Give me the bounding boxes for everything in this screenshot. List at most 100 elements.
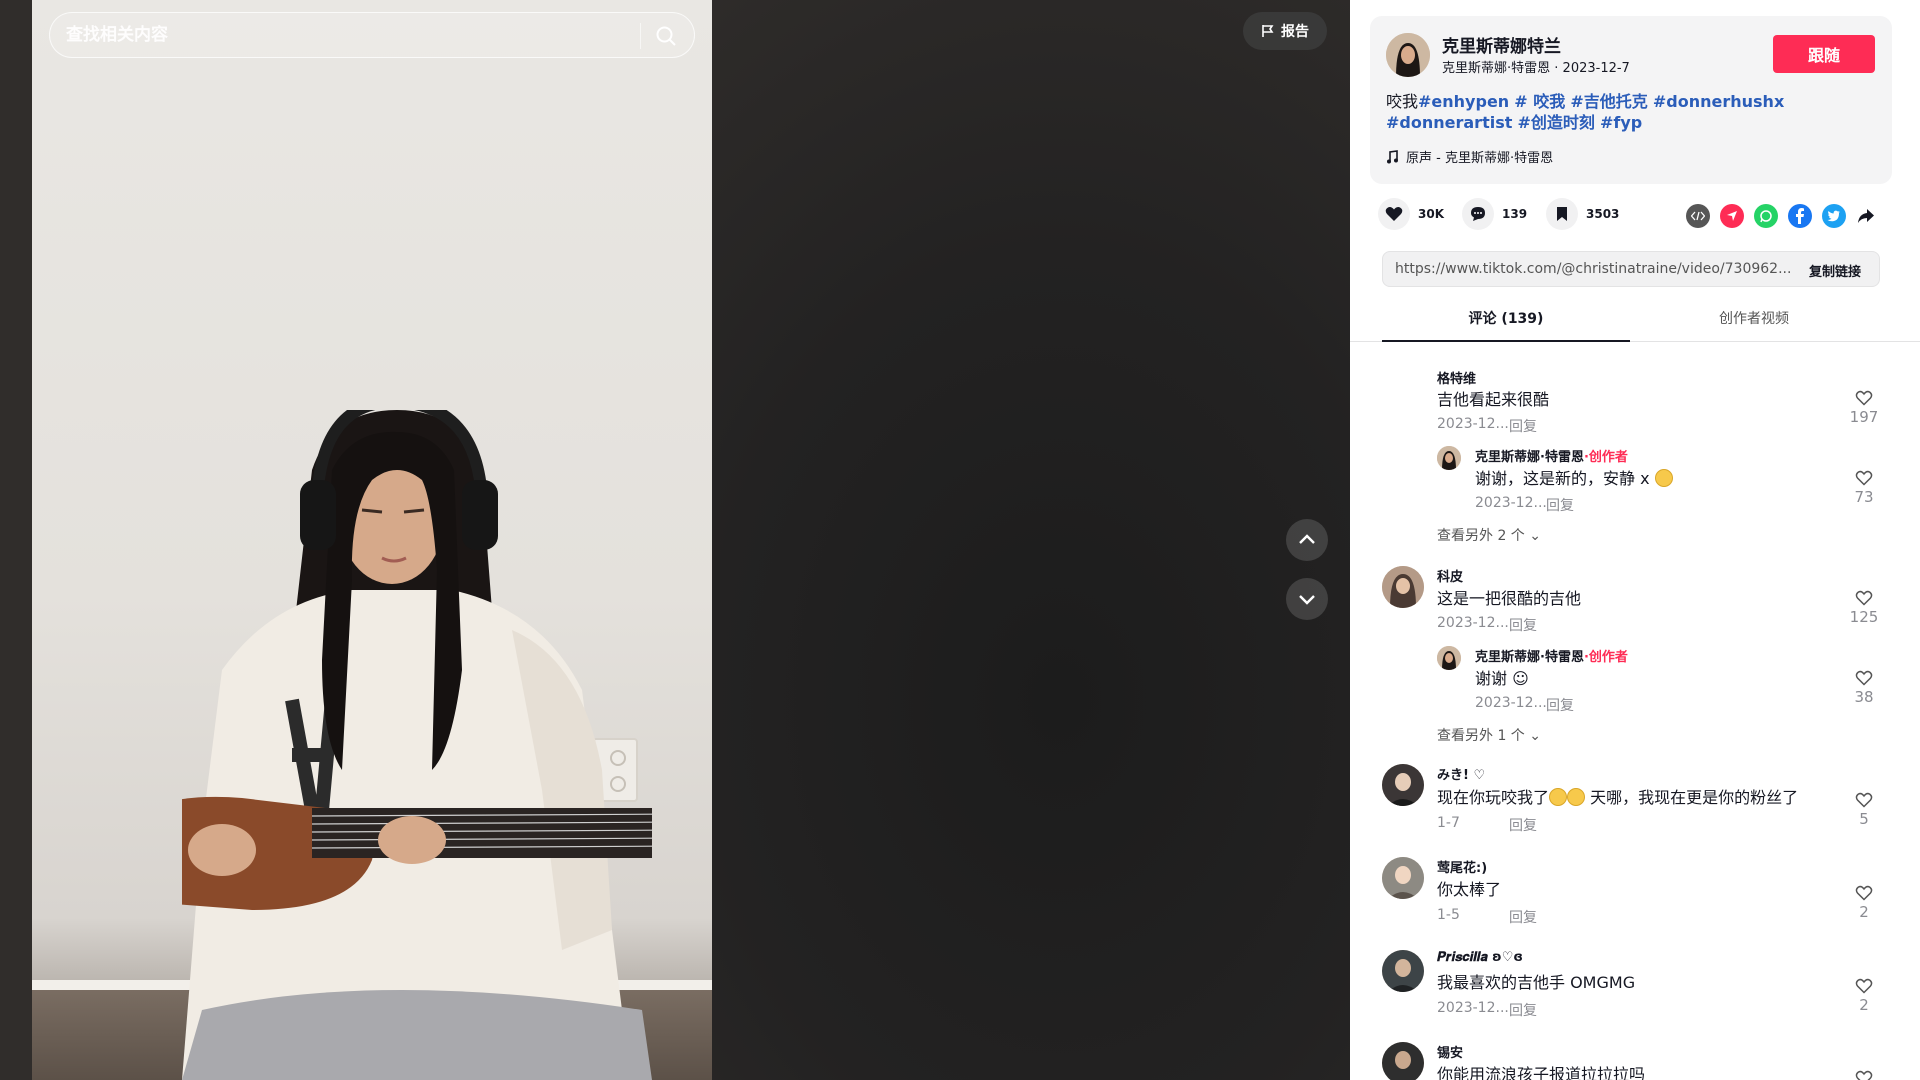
comment-text: 这是一把很酷的吉他 bbox=[1437, 589, 1582, 608]
smile-icon: ☺ bbox=[1512, 669, 1529, 688]
reply-like-button[interactable]: 38 bbox=[1844, 670, 1884, 706]
comment-like-button[interactable] bbox=[1844, 1070, 1884, 1080]
reply-button[interactable]: 回复 bbox=[1509, 416, 1537, 436]
music-info[interactable]: 原声 - 克里斯蒂娜·特雷恩 bbox=[1386, 147, 1553, 166]
comment-text: 你太棒了 bbox=[1437, 880, 1502, 899]
next-video-button[interactable] bbox=[1286, 578, 1328, 620]
hashtag-link[interactable]: #吉他托克 bbox=[1570, 92, 1647, 111]
hashtag-link[interactable]: #fyp bbox=[1600, 113, 1642, 132]
comment-like-button[interactable]: 5 bbox=[1844, 792, 1884, 828]
report-button[interactable]: 报告 bbox=[1243, 12, 1327, 50]
reply-button[interactable]: 回复 bbox=[1509, 907, 1537, 927]
reply-button[interactable]: 回复 bbox=[1509, 815, 1537, 835]
heart-outline-icon bbox=[1855, 670, 1873, 686]
details-panel: 克里斯蒂娜特兰 克里斯蒂娜·特雷恩 · 2023-12-7 跟随 咬我#enhy… bbox=[1350, 0, 1920, 1080]
previous-video-button[interactable] bbox=[1286, 519, 1328, 561]
view-more-replies[interactable]: 查看另外 1 个 ⌄ bbox=[1437, 725, 1541, 745]
comment-text: 吉他看起来很酷 bbox=[1437, 390, 1550, 409]
caption-text: 咬我 bbox=[1386, 92, 1419, 111]
description-card: 克里斯蒂娜特兰 克里斯蒂娜·特雷恩 · 2023-12-7 跟随 咬我#enhy… bbox=[1370, 16, 1892, 184]
comment-like-count: 2 bbox=[1859, 903, 1869, 921]
creator-badge: ·创作者 bbox=[1583, 650, 1628, 665]
view-more-replies[interactable]: 查看另外 2 个 ⌄ bbox=[1437, 525, 1541, 545]
crying-emoji-icon bbox=[1549, 788, 1568, 806]
embed-icon[interactable] bbox=[1686, 204, 1710, 228]
search-bar[interactable] bbox=[49, 12, 695, 58]
hashtag-link[interactable]: #创造时刻 bbox=[1517, 113, 1594, 132]
commenter-avatar[interactable] bbox=[1382, 566, 1424, 608]
whatsapp-icon[interactable] bbox=[1754, 204, 1778, 228]
facebook-icon[interactable] bbox=[1788, 204, 1812, 228]
hashtag-link[interactable]: #donnerartist bbox=[1386, 113, 1512, 132]
video-url[interactable]: https://www.tiktok.com/@christinatraine/… bbox=[1395, 261, 1795, 277]
active-tab-indicator bbox=[1382, 340, 1630, 342]
commenter-avatar[interactable] bbox=[1382, 857, 1424, 899]
save-action[interactable]: 3503 bbox=[1546, 198, 1619, 230]
comment-username[interactable]: 锡安 bbox=[1437, 1042, 1463, 1061]
send-icon[interactable] bbox=[1720, 204, 1744, 228]
chevron-down-icon: ⌄ bbox=[1529, 528, 1541, 544]
search-icon[interactable] bbox=[654, 24, 678, 48]
smile-emoji-icon bbox=[1654, 469, 1673, 487]
comment-username[interactable]: みき! ♡ bbox=[1437, 764, 1485, 783]
tab-creator-videos[interactable]: 创作者视频 bbox=[1630, 308, 1878, 328]
reply-button[interactable]: 回复 bbox=[1509, 1000, 1537, 1020]
hashtag-link[interactable]: # 咬我 bbox=[1514, 92, 1565, 111]
twitter-icon[interactable] bbox=[1822, 204, 1846, 228]
author-subline: 克里斯蒂娜·特雷恩 · 2023-12-7 bbox=[1442, 57, 1630, 76]
reply-avatar[interactable] bbox=[1437, 446, 1461, 470]
heart-outline-icon bbox=[1855, 590, 1873, 606]
reply-like-count: 73 bbox=[1854, 488, 1874, 506]
heart-outline-icon bbox=[1855, 390, 1873, 406]
comment-action[interactable]: 139 bbox=[1462, 198, 1527, 230]
reply-username[interactable]: 克里斯蒂娜·特雷恩·创作者 bbox=[1475, 446, 1628, 465]
heart-outline-icon bbox=[1855, 978, 1873, 994]
save-count: 3503 bbox=[1586, 207, 1620, 221]
reply-date: 2023-12... bbox=[1475, 495, 1547, 511]
reply-button[interactable]: 回复 bbox=[1509, 615, 1537, 635]
comment-username[interactable]: 𝑷𝒓𝒊𝒔𝒄𝒊𝒍𝒍𝒂 ʚ♡ɞ bbox=[1437, 950, 1523, 965]
comment-like-button[interactable]: 2 bbox=[1844, 885, 1884, 921]
chevron-down-icon: ⌄ bbox=[1529, 728, 1541, 744]
reply-like-button[interactable]: 73 bbox=[1844, 470, 1884, 506]
reply-username[interactable]: 克里斯蒂娜·特雷恩·创作者 bbox=[1475, 646, 1628, 665]
hashtag-link[interactable]: #enhypen bbox=[1418, 92, 1509, 111]
comment-date: 1-7 bbox=[1437, 815, 1460, 831]
comment-text: 你能用流浪孩子报道拉拉拉吗 bbox=[1437, 1065, 1646, 1080]
tab-comments[interactable]: 评论 (139) bbox=[1382, 308, 1630, 328]
chevron-up-icon bbox=[1299, 534, 1315, 544]
panel-tabs: 评论 (139) 创作者视频 bbox=[1350, 300, 1920, 342]
author-handle[interactable]: 克里斯蒂娜·特雷恩 bbox=[1442, 61, 1550, 76]
author-avatar[interactable] bbox=[1386, 33, 1430, 77]
reply-avatar[interactable] bbox=[1437, 646, 1461, 670]
comment-username[interactable]: 科皮 bbox=[1437, 566, 1463, 585]
comment-like-button[interactable]: 2 bbox=[1844, 978, 1884, 1014]
like-action[interactable]: 30K bbox=[1378, 198, 1444, 230]
video-player-area[interactable]: 报告 bbox=[0, 0, 1350, 1080]
commenter-avatar[interactable] bbox=[1382, 950, 1424, 992]
creator-badge: ·创作者 bbox=[1583, 450, 1628, 465]
reply-date: 2023-12... bbox=[1475, 695, 1547, 711]
reply-text: 谢谢，这是新的，安静 x bbox=[1475, 465, 1673, 489]
author-name[interactable]: 克里斯蒂娜特兰 bbox=[1442, 32, 1561, 57]
comment-username[interactable]: 格特维 bbox=[1437, 368, 1476, 387]
reply-button[interactable]: 回复 bbox=[1546, 695, 1574, 715]
comment-like-count: 2 bbox=[1859, 996, 1869, 1014]
commenter-avatar[interactable] bbox=[1382, 1042, 1424, 1080]
comment-like-button[interactable]: 197 bbox=[1844, 390, 1884, 426]
search-input[interactable] bbox=[66, 13, 626, 57]
music-note-icon bbox=[1387, 149, 1398, 163]
comment-date: 2023-12... bbox=[1437, 416, 1509, 432]
comment-like-button[interactable]: 125 bbox=[1844, 590, 1884, 626]
comment-username[interactable]: 莺尾花:) bbox=[1437, 857, 1487, 876]
blush-emoji-icon bbox=[1567, 788, 1586, 806]
video-link-box[interactable]: https://www.tiktok.com/@christinatraine/… bbox=[1382, 251, 1880, 287]
follow-button[interactable]: 跟随 bbox=[1773, 35, 1875, 73]
copy-link-button[interactable]: 复制链接 bbox=[1809, 261, 1861, 280]
guitarist-figure bbox=[182, 410, 652, 1080]
commenter-avatar[interactable] bbox=[1382, 764, 1424, 806]
reply-button[interactable]: 回复 bbox=[1546, 495, 1574, 515]
hashtag-link[interactable]: #donnerhushx bbox=[1653, 92, 1784, 111]
share-arrow-icon[interactable] bbox=[1854, 204, 1878, 228]
video-frame[interactable] bbox=[32, 0, 712, 1080]
